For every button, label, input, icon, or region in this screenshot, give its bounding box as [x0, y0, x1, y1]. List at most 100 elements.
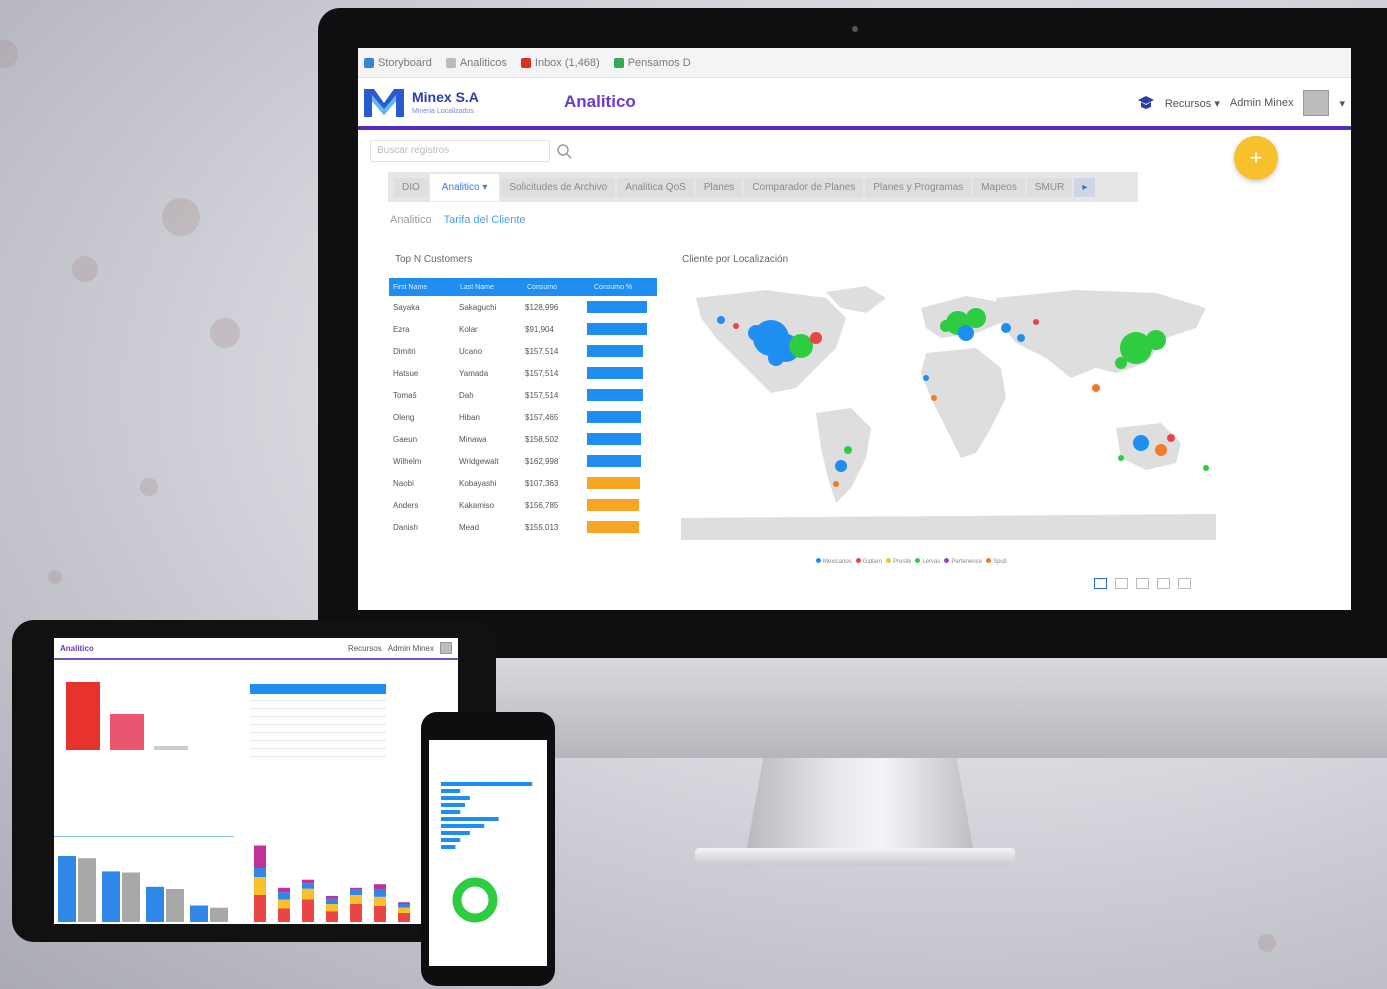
recursos-menu[interactable]: Recursos ▾ — [1165, 97, 1220, 110]
legend-item[interactable]: Sputi — [986, 558, 1007, 565]
legend-item[interactable]: Prestik — [886, 558, 911, 565]
phone-bar — [441, 796, 470, 800]
legend-item[interactable]: Lervas — [915, 558, 940, 565]
map-marker[interactable] — [1115, 357, 1127, 369]
column-header[interactable]: First Name — [389, 284, 456, 291]
table-row[interactable]: Naobi Kobayashi $107,363 — [389, 472, 657, 494]
bookmark-pensamos[interactable]: Pensamos D — [613, 57, 691, 69]
world-map[interactable] — [676, 278, 1218, 548]
table-row[interactable]: Hatsue Yamada $157,514 — [389, 362, 657, 384]
add-button[interactable]: + — [1234, 136, 1278, 180]
tab-item[interactable]: Planes — [695, 177, 743, 197]
bookmark-storyboard[interactable]: Storyboard — [364, 57, 432, 69]
tab-item[interactable]: Comparador de Planes — [744, 177, 864, 197]
cell-amount: $157,514 — [525, 368, 559, 378]
column-header[interactable]: Last Name — [456, 284, 523, 291]
cell-amount: $157,465 — [525, 412, 559, 422]
tablet-dashboard-charts — [54, 682, 410, 922]
table-row[interactable]: Dimitri Ucano $157,514 — [389, 340, 657, 362]
table-row[interactable]: Oleng Hiban $157,465 — [389, 406, 657, 428]
map-marker[interactable] — [1146, 330, 1166, 350]
tab-item[interactable]: Analitica QoS — [617, 177, 694, 197]
map-marker[interactable] — [1155, 444, 1167, 456]
map-marker[interactable] — [940, 320, 952, 332]
search-input[interactable]: Buscar registros — [370, 140, 550, 162]
breadcrumb-root[interactable]: Analitico — [390, 214, 432, 226]
table-row[interactable]: Sayaka Sakaguchi $128,996 — [389, 296, 657, 318]
brand-logo[interactable]: Minex S.A Mineria Localizados — [358, 83, 548, 121]
map-marker[interactable] — [1017, 334, 1025, 342]
tablet-bottom-bar — [190, 905, 208, 922]
tab-item[interactable]: SMUR — [1026, 177, 1073, 197]
reset-tool-icon[interactable] — [1157, 578, 1170, 589]
top-customers-title: Top N Customers — [395, 254, 473, 265]
graduation-cap-icon[interactable] — [1137, 94, 1155, 112]
legend-item[interactable]: Mexicanos — [816, 558, 852, 565]
table-row[interactable]: Tomaš Dah $157,514 — [389, 384, 657, 406]
map-marker[interactable] — [1118, 455, 1124, 461]
tablet-bottom-bar — [210, 907, 228, 922]
search-icon[interactable] — [556, 143, 572, 159]
user-menu-label[interactable]: Admin Minex — [1230, 97, 1294, 109]
cell-last: Yamada — [459, 368, 489, 378]
pointer-tool-icon[interactable] — [1094, 578, 1107, 589]
map-antarctica — [681, 514, 1216, 540]
zoom-tool-icon[interactable] — [1115, 578, 1128, 589]
map-marker[interactable] — [1203, 465, 1209, 471]
bookmark-analiticos[interactable]: Analiticos — [445, 57, 507, 69]
legend-dot-icon — [915, 558, 921, 563]
legend-item[interactable]: Pertenence — [944, 558, 982, 565]
tablet-stacked-segment — [326, 895, 338, 899]
phone-bar — [441, 789, 461, 793]
map-marker[interactable] — [833, 481, 839, 487]
map-marker[interactable] — [810, 332, 822, 344]
map-marker[interactable] — [733, 323, 739, 329]
breadcrumb-current: Tarifa del Cliente — [443, 214, 526, 226]
map-marker[interactable] — [966, 308, 986, 328]
avatar[interactable] — [1303, 90, 1330, 116]
legend-item[interactable]: Gallaro — [855, 558, 882, 565]
table-row[interactable]: Wilhelm Wridgewalt $162,998 — [389, 450, 657, 472]
tab-item[interactable]: Mapeos — [973, 177, 1025, 197]
map-marker[interactable] — [768, 350, 784, 366]
table-row[interactable]: Danish Mead $155,013 — [389, 516, 657, 538]
chevron-down-icon[interactable]: ▾ — [1339, 97, 1345, 110]
map-marker[interactable] — [1167, 434, 1175, 442]
table-row[interactable]: Anders Kakamiso $156,785 — [389, 494, 657, 516]
map-marker[interactable] — [931, 395, 937, 401]
cell-amount: $155,013 — [525, 522, 559, 532]
phone-donut-chart — [452, 877, 498, 923]
avatar[interactable] — [440, 642, 452, 654]
map-marker[interactable] — [1133, 435, 1149, 451]
tab-item[interactable]: Planes y Programas — [865, 177, 972, 197]
map-marker[interactable] — [1001, 323, 1011, 333]
map-marker[interactable] — [1033, 319, 1039, 325]
tablet-user-label[interactable]: Admin Minex — [388, 644, 434, 653]
tabs-more-button[interactable]: ▸ — [1074, 177, 1096, 197]
tablet-table-rule — [250, 732, 386, 733]
map-marker[interactable] — [1092, 384, 1100, 392]
map-marker[interactable] — [717, 316, 725, 324]
map-marker[interactable] — [748, 325, 764, 341]
tablet-stacked-segment — [374, 905, 386, 922]
pan-tool-icon[interactable] — [1136, 578, 1149, 589]
map-marker[interactable] — [923, 375, 929, 381]
map-marker[interactable] — [844, 446, 852, 454]
tablet-chart-rule — [54, 836, 234, 837]
map-marker[interactable] — [835, 460, 847, 472]
tab-item[interactable]: Analitico ▾ — [429, 173, 500, 201]
bookmark-inbox[interactable]: Inbox (1,468) — [520, 57, 600, 69]
tablet-stacked-segment — [254, 868, 266, 877]
column-header[interactable]: Consumo % — [590, 284, 657, 291]
tablet-recursos-menu[interactable]: Recursos — [348, 644, 382, 653]
tab-item[interactable]: DIO — [394, 177, 428, 197]
map-title: Cliente por Localización — [682, 254, 789, 265]
map-marker[interactable] — [789, 334, 813, 358]
tab-item[interactable]: Solicitudes de Archivo — [501, 177, 616, 197]
phone-bar — [441, 782, 533, 786]
column-header[interactable]: Consumo — [523, 284, 590, 291]
table-row[interactable]: Ezra Kolar $91,904 — [389, 318, 657, 340]
map-marker[interactable] — [958, 325, 974, 341]
fullscreen-icon[interactable] — [1178, 578, 1191, 589]
table-row[interactable]: Gaeun Minawa $158,502 — [389, 428, 657, 450]
